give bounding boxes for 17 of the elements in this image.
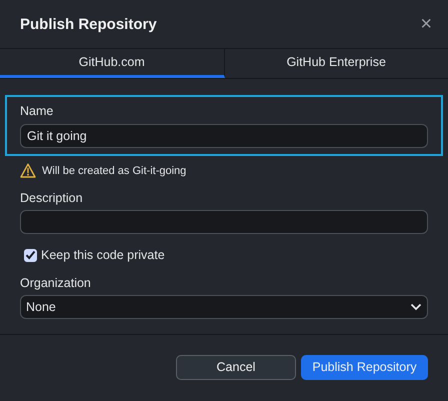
publish-button[interactable]: Publish Repository (301, 354, 428, 380)
cancel-button[interactable]: Cancel (176, 354, 296, 380)
warning-icon (20, 163, 36, 178)
chevron-down-icon (410, 303, 422, 311)
field-label: Description (20, 191, 83, 205)
dialog-title: Publish Repository (20, 16, 157, 32)
tab[interactable]: GitHub.com (0, 49, 224, 78)
organization-dropdown[interactable]: None (20, 295, 428, 319)
name-field[interactable]: Git it going (20, 124, 428, 148)
warning-message: Will be created as Git-it-going (42, 164, 186, 176)
checkbox[interactable] (24, 248, 37, 262)
field-label: Name (20, 104, 54, 118)
description-field[interactable] (20, 210, 428, 234)
close-button[interactable]: × (416, 12, 436, 36)
tab[interactable]: GitHub Enterprise (224, 49, 448, 78)
field-label: Organization (20, 276, 91, 290)
checkbox-label[interactable]: Keep this code private (41, 248, 165, 262)
